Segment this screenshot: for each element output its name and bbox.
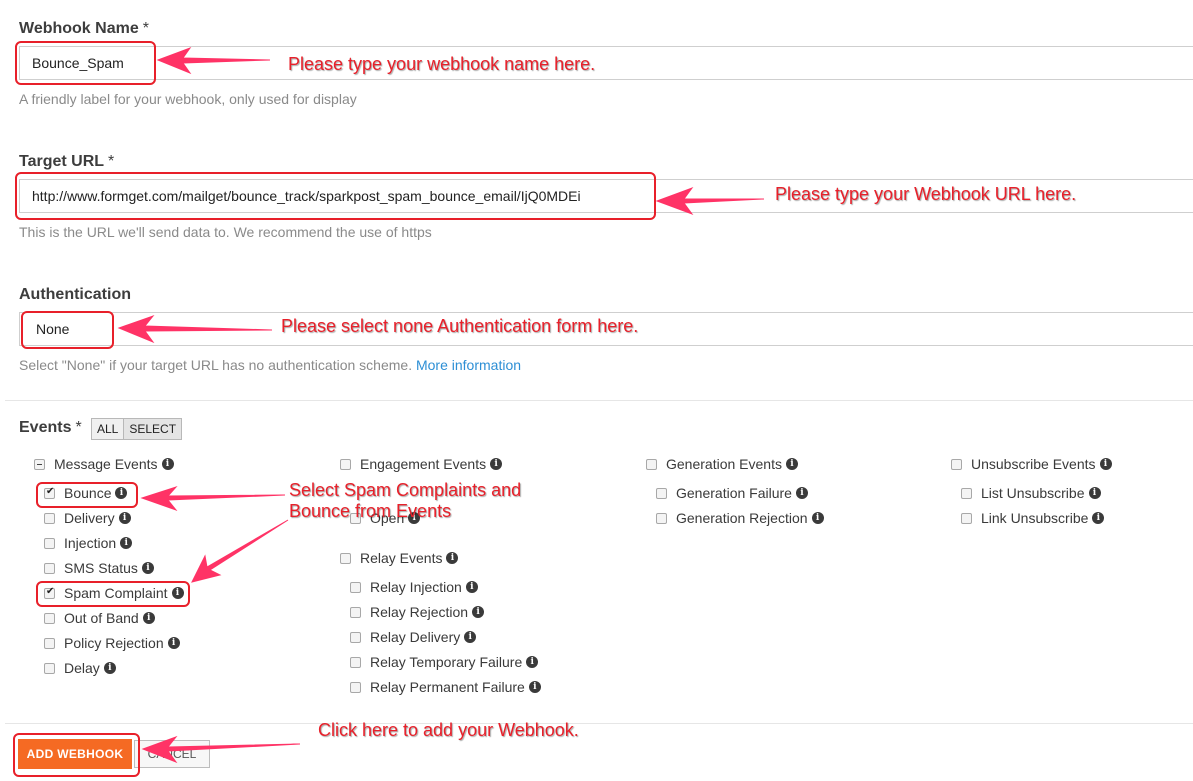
authentication-help: Select "None" if your target URL has no … (19, 357, 522, 373)
out-of-band-checkbox[interactable] (44, 613, 55, 624)
arrow-spam-complaint (191, 519, 289, 583)
info-icon[interactable]: i (785, 458, 798, 470)
highlight-spam-complaint (36, 581, 190, 607)
unsubscribe-events-checkbox[interactable] (951, 459, 962, 470)
sms-status-checkbox[interactable] (44, 563, 55, 574)
info-icon[interactable]: i (526, 656, 539, 668)
annotation-events: Select Spam Complaints and Bounce from E… (289, 480, 522, 521)
info-icon[interactable]: i (795, 487, 808, 499)
relay-rejection-label: Relay Rejection i (370, 604, 485, 620)
cancel-button[interactable]: CANCEL (134, 740, 210, 768)
relay-events-label: Relay Events i (360, 550, 459, 566)
engagement-events-label: Engagement Events i (360, 456, 503, 472)
info-icon[interactable]: i (446, 552, 459, 564)
webhook-name-input[interactable]: Bounce_Spam (19, 46, 1193, 80)
policy-rejection-label: Policy Rejection i (64, 635, 180, 651)
more-information-link[interactable]: More information (416, 357, 521, 373)
events-toggle-group: ALL SELECT (91, 418, 183, 440)
webhook-name-help: A friendly label for your webhook, only … (19, 91, 357, 107)
out-of-band-label: Out of Band i (64, 610, 155, 626)
relay-delivery-checkbox[interactable] (350, 632, 361, 643)
target-url-label: Target URL * (19, 153, 115, 170)
info-icon[interactable]: i (1092, 512, 1105, 524)
events-select-button[interactable]: SELECT (123, 419, 182, 439)
relay-injection-label: Relay Injection i (370, 579, 478, 595)
info-icon[interactable]: i (1088, 487, 1101, 499)
highlight-bounce (36, 482, 138, 508)
highlight-authentication (21, 311, 114, 349)
delivery-checkbox[interactable] (44, 513, 55, 524)
info-icon[interactable]: i (141, 562, 154, 574)
events-label: Events * (19, 419, 82, 436)
arrow-bounce (140, 485, 286, 512)
relay-permanent-failure-label: Relay Permanent Failure i (370, 679, 541, 695)
relay-delivery-label: Relay Delivery i (370, 629, 477, 645)
generation-events-checkbox[interactable] (646, 459, 657, 470)
delay-checkbox[interactable] (44, 663, 55, 674)
delivery-label: Delivery i (64, 510, 131, 526)
info-icon[interactable]: i (464, 631, 477, 643)
info-icon[interactable]: i (167, 637, 180, 649)
highlight-webhook-name (15, 41, 156, 85)
list-unsubscribe-checkbox[interactable] (961, 488, 972, 499)
generation-rejection-checkbox[interactable] (656, 513, 667, 524)
info-icon[interactable]: i (528, 681, 541, 693)
webhook-name-section: Webhook Name * Bounce_Spam A friendly lab… (5, 0, 1193, 135)
message-events-checkbox[interactable] (34, 459, 45, 470)
annotation-webhook-name: Please type your webhook name here. (288, 54, 596, 74)
highlight-target-url (15, 172, 656, 220)
relay-rejection-checkbox[interactable] (350, 607, 361, 618)
link-unsubscribe-checkbox[interactable] (961, 513, 972, 524)
relay-injection-checkbox[interactable] (350, 582, 361, 593)
generation-rejection-label: Generation Rejection i (676, 510, 824, 526)
info-icon[interactable]: i (811, 512, 824, 524)
relay-permanent-failure-checkbox[interactable] (350, 682, 361, 693)
actions-divider (5, 723, 1193, 724)
generation-failure-checkbox[interactable] (656, 488, 667, 499)
info-icon[interactable]: i (142, 612, 155, 624)
info-icon[interactable]: i (490, 458, 503, 470)
link-unsubscribe-label: Link Unsubscribe i (981, 510, 1105, 526)
info-icon[interactable]: i (472, 606, 485, 618)
relay-temporary-failure-label: Relay Temporary Failure i (370, 654, 539, 670)
generation-failure-label: Generation Failure i (676, 485, 808, 501)
list-unsubscribe-label: List Unsubscribe i (981, 485, 1101, 501)
highlight-add-webhook (13, 733, 140, 777)
info-icon[interactable]: i (465, 581, 478, 593)
sms-status-label: SMS Status i (64, 560, 154, 576)
unsubscribe-events-label: Unsubscribe Events i (971, 456, 1112, 472)
events-all-button[interactable]: ALL (92, 419, 124, 439)
delay-label: Delay i (64, 660, 116, 676)
annotation-authentication: Please select none Authentication form h… (281, 316, 639, 336)
info-icon[interactable]: i (1099, 458, 1112, 470)
injection-checkbox[interactable] (44, 538, 55, 549)
info-icon[interactable]: i (161, 458, 174, 470)
annotation-target-url: Please type your Webhook URL here. (775, 184, 1077, 204)
webhook-name-label: Webhook Name * (19, 20, 149, 37)
injection-label: Injection i (64, 535, 133, 551)
annotation-add-webhook: Click here to add your Webhook. (318, 720, 579, 740)
info-icon[interactable]: i (118, 512, 131, 524)
generation-events-label: Generation Events i (666, 456, 798, 472)
relay-events-checkbox[interactable] (340, 553, 351, 564)
relay-temporary-failure-checkbox[interactable] (350, 657, 361, 668)
info-icon[interactable]: i (120, 537, 133, 549)
policy-rejection-checkbox[interactable] (44, 638, 55, 649)
engagement-events-checkbox[interactable] (340, 459, 351, 470)
info-icon[interactable]: i (103, 662, 116, 674)
message-events-label: Message Events i (54, 456, 174, 472)
target-url-help: This is the URL we'll send data to. We r… (19, 224, 432, 240)
authentication-label: Authentication (19, 286, 131, 303)
